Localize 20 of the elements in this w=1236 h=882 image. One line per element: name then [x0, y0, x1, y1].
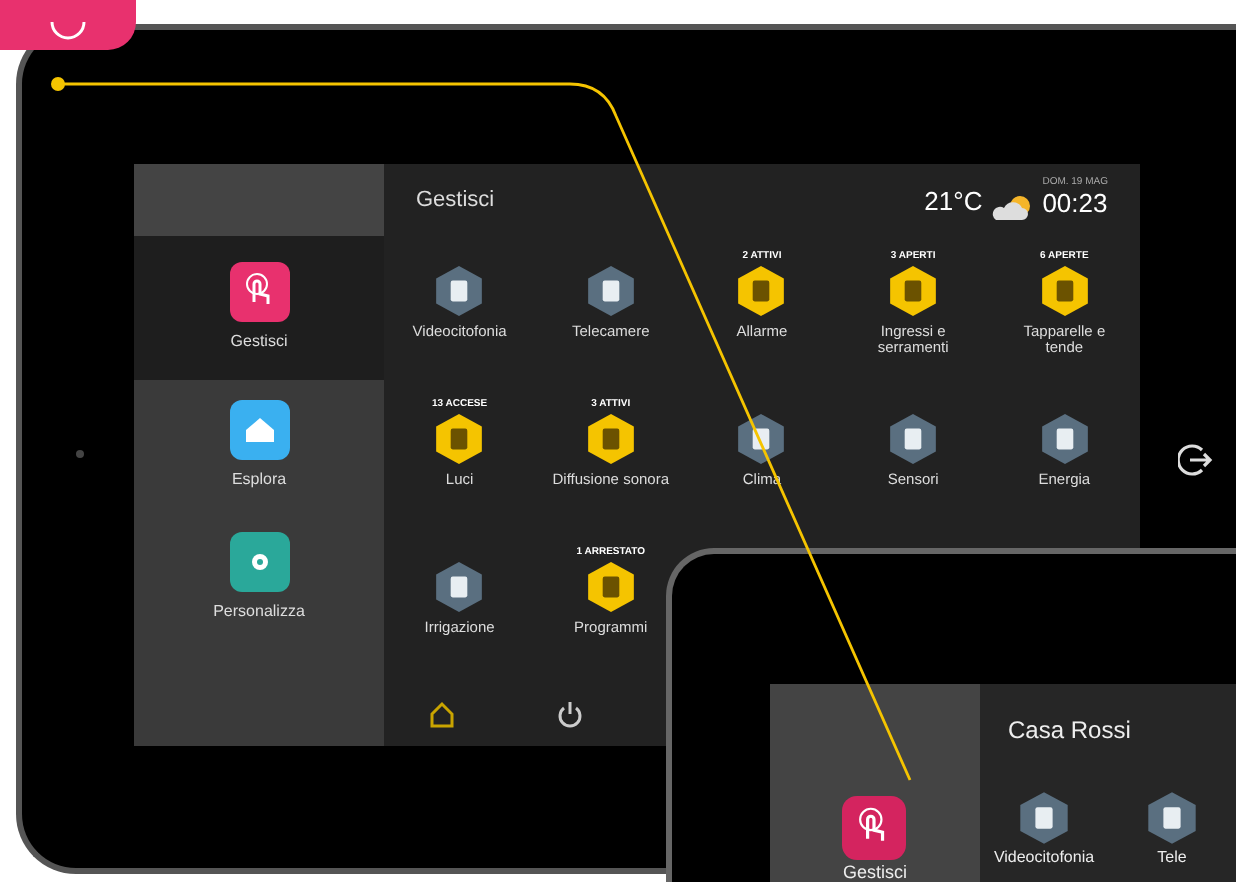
tile-label[interactable]: Videocitofonia [993, 848, 1095, 866]
sidebar-item[interactable]: Gestisci [134, 236, 384, 380]
temperature: 21°C [924, 184, 983, 221]
house-icon [229, 400, 289, 460]
hand-icon[interactable] [842, 796, 907, 860]
gear-icon [229, 532, 289, 592]
sidebar-item[interactable]: Personalizza [134, 512, 384, 644]
hexagon-icon [1016, 790, 1072, 846]
home-icon[interactable] [428, 699, 456, 727]
power-icon[interactable] [556, 699, 584, 727]
home-title: Casa Rossi [1006, 714, 1133, 748]
hexagon-icon [1144, 790, 1200, 846]
clock: 00:23 [1042, 188, 1108, 222]
cloud-sun-icon [990, 193, 1035, 222]
sidebar-item[interactable]: Esplora [134, 380, 384, 512]
tile-label[interactable]: Tele [1157, 848, 1187, 866]
page-title: Gestisci [416, 185, 495, 216]
sidebar-item[interactable]: Gestisci [842, 862, 907, 882]
hand-icon [229, 262, 289, 322]
logout-icon[interactable] [1178, 442, 1214, 478]
